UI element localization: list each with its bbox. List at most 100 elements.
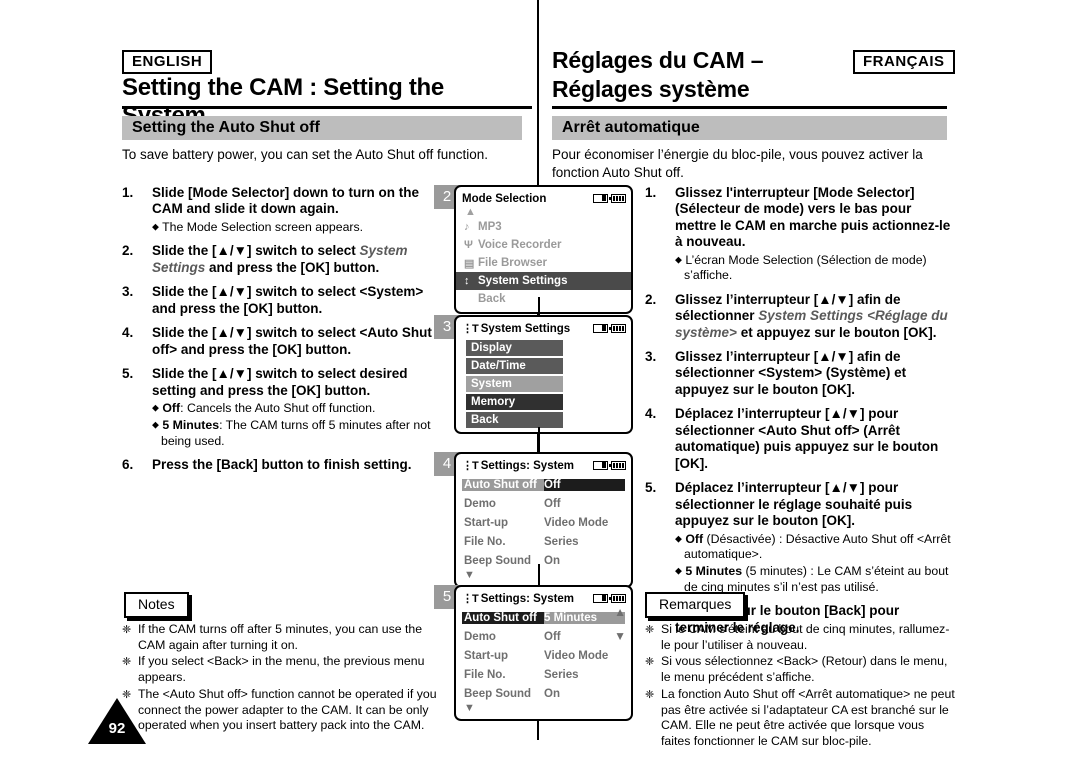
- section-header-english: Setting the Auto Shut off: [122, 116, 522, 140]
- step-text: Glissez l’interrupteur [▲/▼] afin de sél…: [675, 349, 907, 397]
- menu-button[interactable]: Date/Time: [466, 358, 563, 374]
- menu-item[interactable]: Back: [456, 290, 631, 308]
- setting-value: Video Mode: [544, 649, 609, 662]
- settings-gear-icon: ⋮T: [462, 323, 479, 335]
- scroll-down-icon[interactable]: ▼: [456, 570, 631, 582]
- menu-item-selected[interactable]: ↕ System Settings: [456, 272, 631, 290]
- step-number: 5.: [122, 366, 134, 382]
- note-text: Si le CAM s’éteint au bout de cinq minut…: [661, 622, 950, 652]
- step-text: Déplacez l’interrupteur [▲/▼] pour sélec…: [675, 406, 939, 471]
- memory-card-icon: [593, 194, 608, 203]
- step-number: 4.: [645, 406, 657, 422]
- settings-gear-icon: ⋮T: [462, 460, 479, 472]
- page-title-french: Réglages du CAM – Réglages système: [552, 46, 882, 104]
- setting-row[interactable]: Start-up Video Mode: [456, 646, 631, 665]
- title-rule-french: [552, 106, 947, 109]
- setting-value: Video Mode: [544, 516, 609, 529]
- setting-key: Demo: [464, 497, 496, 510]
- menu-item[interactable]: ▤ File Browser: [456, 254, 631, 272]
- menu-item-icon: Ψ: [464, 239, 473, 251]
- title-rule-english: [122, 106, 532, 109]
- lcd-status-icons: [593, 324, 626, 333]
- setting-key: Auto Shut off: [462, 478, 544, 491]
- setting-value: Series: [544, 668, 579, 681]
- step-number: 2.: [645, 291, 657, 307]
- step-text: Slide the [▲/▼] switch to select <System…: [152, 284, 424, 316]
- step-item: 3. Glissez l’interrupteur [▲/▼] afin de s…: [645, 349, 955, 398]
- setting-row[interactable]: File No. Series: [456, 665, 631, 684]
- memory-card-icon: [593, 594, 608, 603]
- note-bullet-icon: ❈: [122, 656, 132, 669]
- memory-card-icon: [593, 461, 608, 470]
- step-text: Slide the [▲/▼] switch to select desired…: [152, 366, 431, 448]
- step-number: 3.: [122, 284, 134, 300]
- menu-item[interactable]: ♪ MP3: [456, 218, 631, 236]
- settings-gear-icon: ⋮T: [462, 593, 479, 605]
- lcd-menu-list: ▲ ♪ MP3 Ψ Voice Recorder ▤ File Browser ↕ System…: [456, 207, 631, 312]
- setting-row[interactable]: Beep Sound On: [456, 551, 631, 570]
- lcd-body-5: ⋮T Settings: System ▲ ▼ Auto Shut off 5 Minut…: [454, 585, 633, 721]
- note-bullet-icon: ❈: [645, 656, 655, 669]
- steps-list-english: 1. Slide [Mode Selector] down to turn on …: [122, 185, 432, 482]
- lcd-title-bar: Mode Selection: [456, 187, 631, 208]
- setting-row[interactable]: Demo Off: [456, 627, 631, 646]
- page-title-french-line1: Réglages du CAM –: [552, 47, 764, 73]
- step-number: 2.: [122, 243, 134, 259]
- battery-icon: [609, 194, 626, 203]
- lcd-title-bar: ⋮T Settings: System: [456, 454, 631, 475]
- step-sub-note: ◆ Off: Cancels the Auto Shut off functio…: [152, 401, 376, 416]
- setting-value: Series: [544, 535, 579, 548]
- scroll-up-icon[interactable]: ▲: [456, 207, 631, 218]
- menu-button[interactable]: Memory: [466, 394, 563, 410]
- setting-row[interactable]: File No. Series: [456, 532, 631, 551]
- menu-item-label: Voice Recorder: [478, 239, 562, 251]
- connector-line: [538, 297, 540, 315]
- step-text: Press the [Back] button to finish settin…: [152, 457, 412, 473]
- value-scroll-down-icon[interactable]: ▼: [614, 630, 626, 642]
- menu-item-label: Back: [478, 293, 506, 305]
- lcd-title-text: System Settings: [480, 322, 571, 335]
- step-item: 2. Slide the [▲/▼] switch to select Syste…: [122, 243, 432, 276]
- notes-list-french: ❈ Si le CAM s’éteint au bout de cinq minu…: [645, 622, 955, 751]
- menu-button[interactable]: Back: [466, 412, 563, 428]
- step-text: Déplacez l’interrupteur [▲/▼] pour sélec…: [675, 480, 955, 595]
- page-number: 92: [108, 720, 126, 737]
- step-number: 5.: [645, 480, 657, 496]
- scroll-down-icon[interactable]: ▼: [456, 703, 631, 715]
- menu-button[interactable]: System: [466, 376, 563, 392]
- menu-item-label: File Browser: [478, 257, 548, 269]
- setting-key: Start-up: [464, 649, 509, 662]
- value-scroll-up-icon[interactable]: ▲: [614, 606, 626, 618]
- setting-key: Demo: [464, 630, 496, 643]
- step-text: Glissez l’interrupteur [▲/▼] afin de sél…: [675, 291, 948, 340]
- menu-item-icon: ♪: [464, 221, 470, 233]
- note-bullet-icon: ❈: [122, 624, 132, 636]
- setting-row[interactable]: Demo Off: [456, 494, 631, 513]
- setting-row[interactable]: Auto Shut off Off: [456, 475, 631, 494]
- setting-row[interactable]: Start-up Video Mode: [456, 513, 631, 532]
- note-item: ❈ If the CAM turns off after 5 minutes, y…: [122, 622, 452, 653]
- connector-line: [538, 427, 540, 452]
- section-header-french: Arrêt automatique: [552, 116, 947, 140]
- lcd-body-3: ⋮T System Settings Display Date/Time System M…: [454, 315, 633, 434]
- battery-icon: [609, 324, 626, 333]
- setting-value: On: [544, 687, 560, 700]
- notes-label-french: Remarques: [645, 592, 746, 618]
- setting-key: File No.: [464, 668, 506, 681]
- menu-item-icon: ↕: [464, 275, 470, 287]
- step-sub-note: ◆ 5 Minutes: The CAM turns off 5 minutes…: [152, 418, 431, 448]
- step-item: 1. Glissez l'interrupteur [Mode Selector]…: [645, 185, 955, 284]
- menu-item[interactable]: Ψ Voice Recorder: [456, 236, 631, 254]
- language-badge-english: ENGLISH: [122, 50, 213, 75]
- menu-button[interactable]: Display: [466, 340, 563, 356]
- setting-key: Beep Sound: [464, 687, 532, 700]
- note-item: ❈ Si vous sélectionnez <Back> (Retour) da…: [645, 654, 955, 685]
- note-item: ❈ The <Auto Shut off> function cannot be …: [122, 687, 452, 734]
- setting-row[interactable]: Beep Sound On: [456, 684, 631, 703]
- lcd-body-2: Mode Selection ▲ ♪ MP3 Ψ Voice Recorder ▤ File …: [454, 185, 633, 314]
- step-item: 2. Glissez l’interrupteur [▲/▼] afin de s…: [645, 292, 955, 341]
- setting-value: Off: [544, 630, 561, 643]
- step-text: Slide the [▲/▼] switch to select <Auto S…: [152, 325, 432, 357]
- notes-list-english: ❈ If the CAM turns off after 5 minutes, y…: [122, 622, 452, 735]
- setting-row[interactable]: Auto Shut off 5 Minutes: [456, 608, 631, 627]
